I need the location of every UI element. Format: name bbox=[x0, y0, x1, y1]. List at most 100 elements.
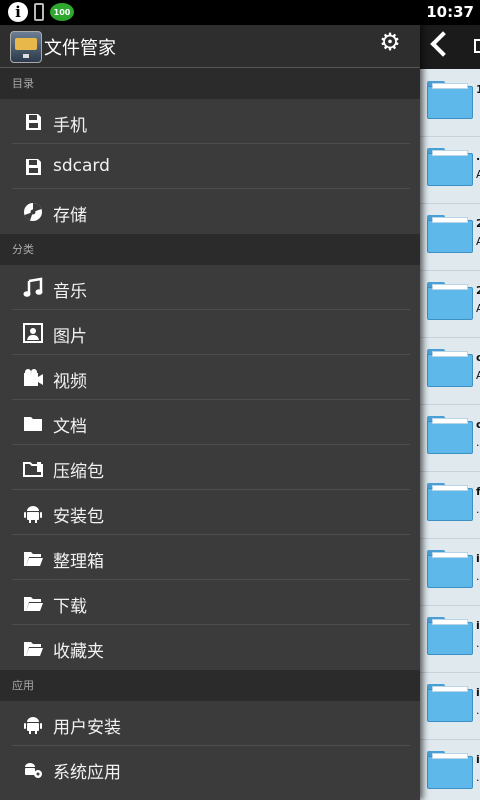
file-list-panel: 1.A2A2AcAc.f.i.i.i.i. bbox=[420, 25, 480, 800]
drawer-item[interactable]: 整理箱 bbox=[0, 535, 420, 580]
open-folder-icon bbox=[22, 547, 44, 569]
toolbar-icon[interactable] bbox=[474, 39, 480, 53]
file-row[interactable]: 1 bbox=[420, 69, 480, 137]
file-name: c bbox=[476, 418, 480, 431]
drawer-item[interactable]: 系统应用 bbox=[0, 746, 420, 791]
drawer-item-label: 安装包 bbox=[53, 507, 104, 527]
drawer-item[interactable]: 下载 bbox=[0, 580, 420, 625]
drawer-item-label: 文档 bbox=[53, 417, 87, 437]
video-icon bbox=[22, 367, 44, 389]
drawer-item-label: sdcard bbox=[53, 156, 110, 176]
file-info: . bbox=[476, 503, 480, 516]
android-icon bbox=[22, 713, 44, 735]
file-name: 1 bbox=[476, 83, 480, 96]
file-name: . bbox=[476, 150, 480, 163]
file-name: f bbox=[476, 485, 480, 498]
drawer-item[interactable]: sdcard bbox=[0, 144, 420, 189]
file-info: . bbox=[476, 704, 480, 717]
drawer-item[interactable]: 用户安装 bbox=[0, 701, 420, 746]
folder-icon bbox=[427, 349, 473, 387]
file-row[interactable]: c. bbox=[420, 404, 480, 472]
music-note-icon bbox=[22, 277, 44, 299]
file-row[interactable]: cA bbox=[420, 337, 480, 405]
drawer-item-label: 存储 bbox=[53, 206, 87, 226]
drawer-item-label: 系统应用 bbox=[53, 763, 121, 783]
drawer-item[interactable]: 收藏夹 bbox=[0, 625, 420, 670]
file-info: . bbox=[476, 637, 480, 650]
file-info: . bbox=[476, 570, 480, 583]
section-header: 目录 bbox=[0, 68, 420, 99]
drawer-item[interactable]: 音乐 bbox=[0, 265, 420, 310]
drawer-item-label: 音乐 bbox=[53, 282, 87, 302]
drawer-item-label: 收藏夹 bbox=[53, 642, 104, 662]
drawer-item[interactable]: 视频 bbox=[0, 355, 420, 400]
file-row[interactable]: i. bbox=[420, 605, 480, 673]
file-name: i bbox=[476, 753, 480, 766]
sd-card-icon bbox=[22, 156, 44, 178]
folder-icon bbox=[427, 148, 473, 186]
folder-icon bbox=[427, 416, 473, 454]
drawer-header: 文件管家 ⚙ bbox=[0, 25, 420, 68]
drawer-item[interactable]: 安装包 bbox=[0, 490, 420, 535]
file-name: c bbox=[476, 351, 480, 364]
file-name: i bbox=[476, 686, 480, 699]
android-icon bbox=[22, 502, 44, 524]
file-name: 2 bbox=[476, 284, 480, 297]
navigation-drawer: 文件管家 ⚙ 目录手机 sdcard 存储分类音乐图片视频文档压缩包安装包整理箱下载… bbox=[0, 25, 420, 800]
drawer-item[interactable]: 图片 bbox=[0, 310, 420, 355]
file-name: 2 bbox=[476, 217, 480, 230]
drawer-item-label: 手机 bbox=[53, 116, 87, 136]
drawer-item-label: 整理箱 bbox=[53, 552, 104, 572]
android-gear-icon bbox=[22, 758, 44, 780]
info-icon: i bbox=[8, 2, 28, 22]
phone-icon bbox=[34, 3, 44, 21]
drawer-item[interactable]: 压缩包 bbox=[0, 445, 420, 490]
drawer-item-label: 压缩包 bbox=[53, 462, 104, 482]
file-name: i bbox=[476, 619, 480, 632]
section-header: 应用 bbox=[0, 670, 420, 701]
folder-icon bbox=[427, 81, 473, 119]
folder-icon bbox=[427, 684, 473, 722]
file-row[interactable]: f. bbox=[420, 471, 480, 539]
folder-icon bbox=[427, 215, 473, 253]
app-logo-icon bbox=[10, 31, 42, 63]
folder-icon bbox=[427, 483, 473, 521]
drawer-item[interactable]: 手机 bbox=[0, 99, 420, 144]
sd-card-icon bbox=[22, 111, 44, 133]
picture-icon bbox=[22, 322, 44, 344]
folder-icon bbox=[427, 751, 473, 789]
section-header: 分类 bbox=[0, 234, 420, 265]
folder-icon bbox=[22, 412, 44, 434]
settings-gear-icon[interactable]: ⚙ bbox=[378, 30, 402, 54]
storage-disc-icon bbox=[22, 201, 44, 223]
file-info: A bbox=[476, 369, 480, 382]
file-row[interactable]: i. bbox=[420, 739, 480, 800]
drawer-item-label: 用户安装 bbox=[53, 718, 121, 738]
file-row[interactable]: i. bbox=[420, 538, 480, 606]
file-info: A bbox=[476, 168, 480, 181]
folder-icon bbox=[427, 550, 473, 588]
file-info: . bbox=[476, 436, 480, 449]
file-list-toolbar bbox=[420, 25, 480, 69]
battery-icon: 100 bbox=[50, 3, 74, 21]
file-info: A bbox=[476, 302, 480, 315]
file-info: A bbox=[476, 235, 480, 248]
open-folder-icon bbox=[22, 592, 44, 614]
file-row[interactable]: 2A bbox=[420, 270, 480, 338]
file-row[interactable]: 2A bbox=[420, 203, 480, 271]
clock: 10:37 bbox=[426, 3, 474, 21]
folder-icon bbox=[427, 617, 473, 655]
file-row[interactable]: i. bbox=[420, 672, 480, 740]
back-arrow-icon[interactable] bbox=[430, 31, 456, 57]
drawer-item-label: 图片 bbox=[53, 327, 87, 347]
folder-icon bbox=[427, 282, 473, 320]
open-folder-icon bbox=[22, 637, 44, 659]
file-row[interactable]: .A bbox=[420, 136, 480, 204]
battery-level: 100 bbox=[53, 7, 71, 17]
drawer-item-label: 下载 bbox=[53, 597, 87, 617]
drawer-item[interactable]: 存储 bbox=[0, 189, 420, 234]
file-name: i bbox=[476, 552, 480, 565]
file-info: . bbox=[476, 771, 480, 784]
drawer-item-label: 视频 bbox=[53, 372, 87, 392]
drawer-item[interactable]: 文档 bbox=[0, 400, 420, 445]
